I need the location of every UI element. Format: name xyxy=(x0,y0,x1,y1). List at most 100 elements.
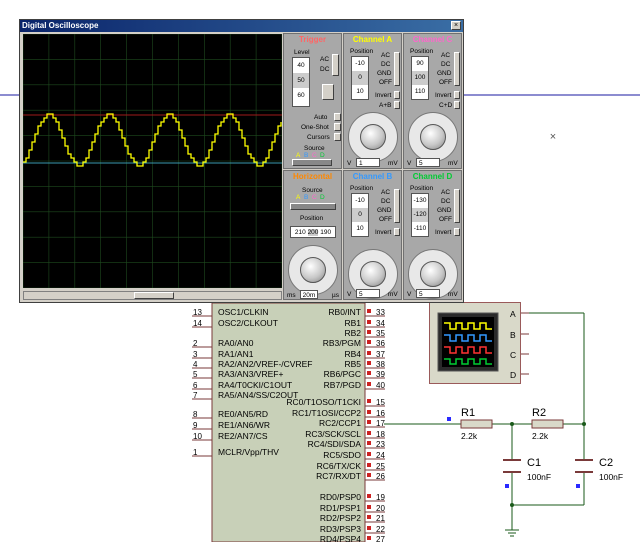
mcu-pin-label: RD4/PSP4 xyxy=(319,534,361,544)
pin-state-marker xyxy=(367,340,371,344)
mcu-pin-label: RD2/PSP2 xyxy=(319,513,361,523)
channel_b-position-stepper[interactable]: -10 0 10 xyxy=(351,193,369,237)
trigger-source-slider[interactable] xyxy=(292,159,332,166)
channel_c-coupling-switch[interactable] xyxy=(454,52,460,86)
oscilloscope-window[interactable]: Digital Oscilloscope × Trigger Level 40 … xyxy=(19,19,464,303)
mcu-pin-number: 14 xyxy=(193,319,202,328)
scope-input-a: A xyxy=(510,309,516,319)
channel_c-mode-label: C+D xyxy=(439,102,453,109)
channel_a-coupling-switch[interactable] xyxy=(394,52,400,86)
channel_a-invert-button[interactable] xyxy=(394,91,400,99)
channel_b-coupling-switch[interactable] xyxy=(394,189,400,223)
mcu-pin-number: 6 xyxy=(193,381,198,390)
mcu-pin-label: RC1/T1OSI/CCP2 xyxy=(292,408,361,418)
trigger-ac[interactable]: AC xyxy=(320,56,329,63)
pin-state-marker xyxy=(367,309,371,313)
level-stepper[interactable]: 40 50 60 xyxy=(292,57,310,107)
pin-state-marker xyxy=(367,320,371,324)
horizontal-position-label: Position xyxy=(300,215,324,222)
channel_d-invert-button[interactable] xyxy=(454,228,460,236)
channel_d-ac[interactable]: AC xyxy=(441,189,450,196)
horizontal-title: Horizontal xyxy=(292,172,333,181)
channel_a-ac[interactable]: AC xyxy=(381,52,390,59)
close-button[interactable]: × xyxy=(451,21,461,30)
channel_b-scale-value[interactable]: 5 xyxy=(356,289,380,298)
mcu-pin-label: RD0/PSP0 xyxy=(319,492,361,502)
one-shot-label: One-Shot xyxy=(301,124,329,131)
channel-a-trace xyxy=(23,113,282,167)
trigger-dc[interactable]: DC xyxy=(320,66,329,73)
trigger-src-c: C xyxy=(312,152,317,159)
channel_d-dc[interactable]: DC xyxy=(441,198,450,205)
scope-graticule xyxy=(22,33,283,289)
channel_a-position-stepper[interactable]: -10 0 10 xyxy=(351,56,369,100)
channel_c-volts-knob[interactable] xyxy=(420,124,446,150)
pin-state-marker xyxy=(367,371,371,375)
channel_b-ac[interactable]: AC xyxy=(381,189,390,196)
scope-symbol-screen xyxy=(437,312,499,372)
scrollbar-thumb[interactable] xyxy=(134,292,174,299)
channel_a-unit-v: V xyxy=(347,160,352,167)
pin-state-marker xyxy=(367,431,371,435)
channel_c-scale-value[interactable]: 5 xyxy=(416,158,440,167)
channel_c-dc[interactable]: DC xyxy=(441,61,450,68)
mcu-pin-label: RB4 xyxy=(344,349,361,359)
trigger-edge-switch[interactable] xyxy=(322,84,334,100)
channel_d-position-stepper[interactable]: -130 -120 -110 xyxy=(411,193,429,237)
channel_a-gnd[interactable]: GND xyxy=(377,70,391,77)
mcu-pin-label: OSC1/CLKIN xyxy=(218,307,269,317)
cursors-button[interactable] xyxy=(334,133,341,141)
channel_c-title: Channel C xyxy=(412,35,453,44)
channel_c-mode-button[interactable] xyxy=(454,101,460,109)
oscilloscope-symbol[interactable]: A B C D xyxy=(429,302,521,384)
mcu-pin-number: 13 xyxy=(193,308,202,317)
channel_b-off[interactable]: OFF xyxy=(379,216,392,223)
mcu-pin-label: RC3/SCK/SCL xyxy=(305,429,361,439)
cursors-label: Cursors xyxy=(307,134,330,141)
channel_a-dc[interactable]: DC xyxy=(381,61,390,68)
channel_c-off[interactable]: OFF xyxy=(439,79,452,86)
channel_b-invert-button[interactable] xyxy=(394,228,400,236)
channel_b-volts-knob[interactable] xyxy=(360,261,386,287)
channel_d-gnd[interactable]: GND xyxy=(437,207,451,214)
mcu-pin-number: 26 xyxy=(376,472,385,481)
horizontal-source-slider[interactable] xyxy=(290,203,336,210)
channel_c-ac[interactable]: AC xyxy=(441,52,450,59)
scope-screen xyxy=(22,33,283,289)
timebase-knob[interactable] xyxy=(300,257,326,283)
pin-state-marker xyxy=(367,361,371,365)
horizontal-position-stepper[interactable]: 210 200 190 xyxy=(290,226,336,238)
auto-button[interactable] xyxy=(334,113,341,121)
horizontal-scrollbar[interactable] xyxy=(23,291,282,300)
channel_d-coupling-switch[interactable] xyxy=(454,189,460,223)
channel_a-volts-knob[interactable] xyxy=(360,124,386,150)
mcu-pin-number: 37 xyxy=(376,350,385,359)
mcu-pin-number: 10 xyxy=(193,432,202,441)
channel_c-position-stepper[interactable]: 90 100 110 xyxy=(411,56,429,100)
hsrc-a: A xyxy=(296,194,301,201)
trigger-coupling-switch[interactable] xyxy=(332,54,339,76)
mcu-pin-number: 40 xyxy=(376,381,385,390)
channel_b-dc[interactable]: DC xyxy=(381,198,390,205)
channel_b-gnd[interactable]: GND xyxy=(377,207,391,214)
channel_b-position-label: Position xyxy=(350,185,374,192)
channel_a-scale-value[interactable]: 1 xyxy=(356,158,380,167)
channel_c-invert-button[interactable] xyxy=(454,91,460,99)
pin-state-marker xyxy=(367,536,371,540)
mcu-pin-label: RE1/AN6/WR xyxy=(218,420,270,430)
channel_a-mode-button[interactable] xyxy=(394,101,400,109)
pin-state-marker xyxy=(367,452,371,456)
mcu-pin-number: 5 xyxy=(193,370,198,379)
channel_c-gnd[interactable]: GND xyxy=(437,70,451,77)
channel_c-position-label: Position xyxy=(410,48,434,55)
pin-state-marker xyxy=(367,473,371,477)
channel_d-off[interactable]: OFF xyxy=(439,216,452,223)
channel_a-off[interactable]: OFF xyxy=(379,79,392,86)
mcu-pin-number: 1 xyxy=(193,448,198,457)
channel_d-scale-value[interactable]: 5 xyxy=(416,289,440,298)
timebase-value[interactable]: 20m xyxy=(300,290,318,299)
one-shot-button[interactable] xyxy=(334,123,341,131)
channel_d-volts-knob[interactable] xyxy=(420,261,446,287)
mcu-pin-label: RC0/T1OSO/T1CKI xyxy=(286,397,361,407)
mcu-pin-number: 24 xyxy=(376,451,385,460)
